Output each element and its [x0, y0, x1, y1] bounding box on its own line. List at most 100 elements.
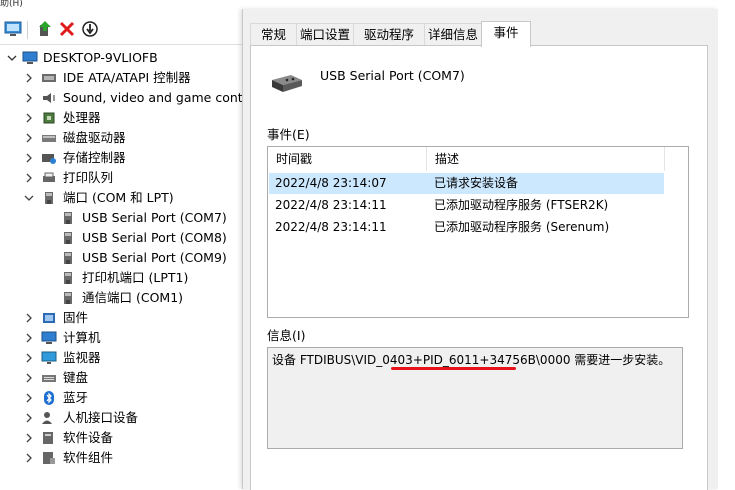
tree-item[interactable]: 软件设备	[0, 428, 245, 448]
tree-item-label: 计算机	[63, 330, 101, 345]
disable-icon[interactable]	[80, 19, 100, 39]
tree-item-label: 人机接口设备	[63, 410, 139, 425]
info-textbox[interactable]: 设备 FTDIBUS\VID_0403+PID_6011+34756B\0000…	[267, 347, 683, 449]
storage-controller-icon	[41, 151, 56, 165]
tree-item-label: 磁盘驱动器	[63, 130, 126, 145]
device-manager-window: 助(H) DESKTOP-9VLIOFB IDE ATA/ATAPI 控制器 So…	[0, 0, 282, 489]
chevron-right-icon[interactable]	[24, 68, 34, 88]
chevron-right-icon[interactable]	[24, 148, 34, 168]
tree-item[interactable]: 处理器	[0, 108, 245, 128]
ide-controller-icon	[41, 71, 56, 85]
events-list[interactable]: 时间戳 描述 2022/4/8 23:14:07 已请求安装设备 2022/4/8 …	[267, 146, 689, 318]
tree-item[interactable]: 键盘	[0, 368, 245, 388]
software-component-icon	[41, 451, 56, 465]
tree-root[interactable]: DESKTOP-9VLIOFB	[0, 48, 245, 68]
chevron-right-icon[interactable]	[24, 88, 34, 108]
tree-item-label: 固件	[63, 310, 89, 325]
event-row[interactable]: 2022/4/8 23:14:07 已请求安装设备	[269, 173, 664, 194]
toolbar-divider	[27, 21, 28, 39]
event-time: 2022/4/8 23:14:07	[275, 176, 387, 190]
sound-icon	[41, 91, 56, 105]
chevron-right-icon[interactable]	[24, 408, 34, 428]
chevron-right-icon[interactable]	[24, 328, 34, 348]
tree-item[interactable]: 固件	[0, 308, 245, 328]
scan-hardware-icon[interactable]	[3, 19, 23, 39]
event-row[interactable]: 2022/4/8 23:14:11 已添加驱动程序服务 (Serenum)	[269, 217, 664, 238]
tree-item-label: IDE ATA/ATAPI 控制器	[63, 70, 191, 85]
serial-port-icon	[269, 72, 305, 98]
port-icon	[60, 211, 75, 225]
column-header-time[interactable]: 时间戳	[268, 147, 427, 171]
monitor-icon	[41, 351, 57, 365]
column-header-desc[interactable]: 描述	[427, 147, 665, 171]
chevron-right-icon[interactable]	[24, 428, 34, 448]
uninstall-icon[interactable]	[57, 19, 77, 39]
tree-child-item[interactable]: USB Serial Port (COM8)	[0, 228, 245, 248]
tree-item-label: 键盘	[63, 370, 89, 385]
chevron-down-icon[interactable]	[24, 188, 34, 208]
tree-item[interactable]: IDE ATA/ATAPI 控制器	[0, 68, 245, 88]
tab-driver[interactable]: 驱动程序	[353, 23, 425, 46]
computer-icon	[41, 331, 57, 345]
toolbar	[0, 16, 245, 45]
events-panel: USB Serial Port (COM7) 事件(E) 时间戳 描述 2022…	[250, 45, 708, 490]
tree-child-label: USB Serial Port (COM9)	[82, 250, 227, 265]
tab-port-settings[interactable]: 端口设置	[296, 23, 354, 46]
event-desc: 已请求安装设备	[434, 176, 519, 190]
update-driver-icon[interactable]	[35, 19, 55, 39]
port-icon	[60, 231, 75, 245]
tree-item[interactable]: 打印队列	[0, 168, 245, 188]
tree-item[interactable]: 计算机	[0, 328, 245, 348]
background-strip	[718, 9, 735, 489]
menu-bar-fragment[interactable]: 助(H)	[0, 0, 245, 11]
tree-item-label: 存储控制器	[63, 150, 126, 165]
tree-item[interactable]: 人机接口设备	[0, 408, 245, 428]
port-icon	[60, 271, 75, 285]
chevron-down-icon[interactable]	[7, 48, 17, 68]
processor-icon	[41, 111, 56, 125]
tree-child-label: 通信端口 (COM1)	[82, 290, 184, 305]
tree-item[interactable]: 监视器	[0, 348, 245, 368]
disk-drive-icon	[41, 131, 56, 145]
port-icon	[60, 291, 75, 305]
tab-general[interactable]: 常规	[250, 23, 297, 46]
tree-item-label: 监视器	[63, 350, 101, 365]
tree-child-item[interactable]: USB Serial Port (COM9)	[0, 248, 245, 268]
tree-item-label: 处理器	[63, 110, 101, 125]
tree-child-item[interactable]: 通信端口 (COM1)	[0, 288, 245, 308]
chevron-right-icon[interactable]	[24, 448, 34, 468]
chevron-right-icon[interactable]	[24, 388, 34, 408]
keyboard-icon	[41, 371, 56, 385]
tree-item-label: 打印队列	[63, 170, 114, 185]
firmware-icon	[41, 311, 56, 325]
chevron-right-icon[interactable]	[24, 108, 34, 128]
tree-item[interactable]: 磁盘驱动器	[0, 128, 245, 148]
event-row[interactable]: 2022/4/8 23:14:11 已添加驱动程序服务 (FTSER2K)	[269, 195, 664, 216]
tree-item[interactable]: Sound, video and game controllers	[0, 88, 282, 108]
info-label: 信息(I)	[267, 328, 306, 343]
event-desc: 已添加驱动程序服务 (Serenum)	[434, 220, 610, 234]
tab-events[interactable]: 事件	[481, 21, 531, 47]
event-time: 2022/4/8 23:14:11	[275, 220, 387, 234]
tree-child-item[interactable]: USB Serial Port (COM7)	[0, 208, 245, 228]
tree-item[interactable]: 软件组件	[0, 448, 245, 468]
chevron-right-icon[interactable]	[24, 308, 34, 328]
tree-item-label: 软件设备	[63, 430, 114, 445]
tree-child-item[interactable]: 打印机端口 (LPT1)	[0, 268, 245, 288]
tree-item[interactable]: 蓝牙	[0, 388, 245, 408]
computer-icon	[22, 51, 38, 65]
computer-name-label: DESKTOP-9VLIOFB	[43, 50, 158, 65]
chevron-right-icon[interactable]	[24, 348, 34, 368]
bluetooth-icon	[41, 391, 56, 405]
events-label: 事件(E)	[267, 127, 310, 142]
tree-item[interactable]: 端口 (COM 和 LPT)	[0, 188, 245, 208]
chevron-right-icon[interactable]	[24, 168, 34, 188]
tree-child-label: USB Serial Port (COM8)	[82, 230, 227, 245]
port-icon	[60, 251, 75, 265]
event-time: 2022/4/8 23:14:11	[275, 198, 387, 212]
chevron-right-icon[interactable]	[24, 368, 34, 388]
tree-item-label: 软件组件	[63, 450, 114, 465]
tab-details[interactable]: 详细信息	[424, 23, 482, 46]
tree-item[interactable]: 存储控制器	[0, 148, 245, 168]
chevron-right-icon[interactable]	[24, 128, 34, 148]
